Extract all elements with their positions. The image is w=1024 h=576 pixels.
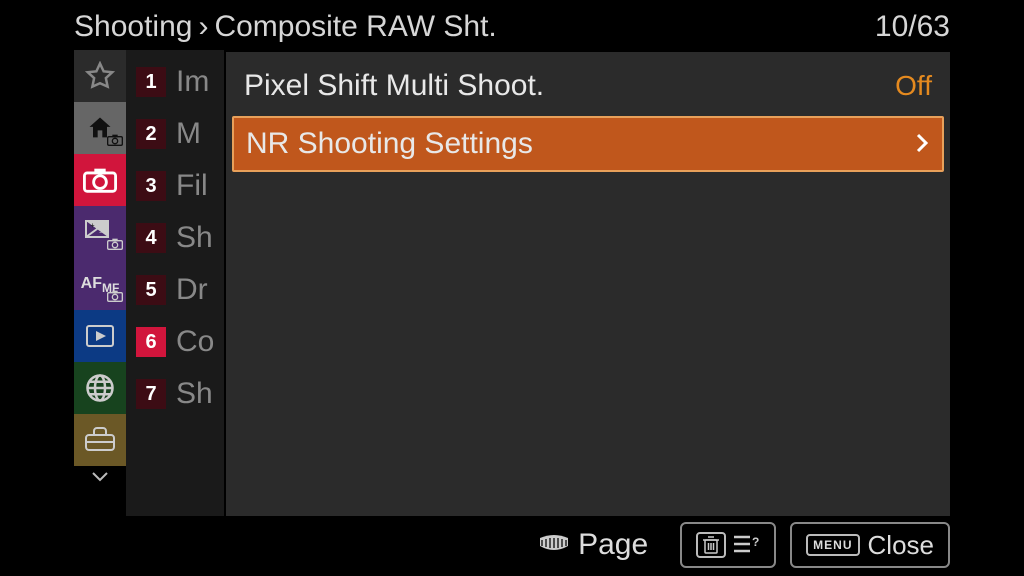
breadcrumb-bar: Shooting › Composite RAW Sht. 10/63 bbox=[74, 8, 950, 46]
svg-text:?: ? bbox=[752, 535, 759, 549]
subcategory-label: Co bbox=[176, 325, 214, 359]
rail-network[interactable] bbox=[74, 362, 126, 414]
rail-setup[interactable] bbox=[74, 414, 126, 466]
toolbox-icon bbox=[84, 427, 116, 453]
subcategory-item[interactable]: 1 Im bbox=[126, 56, 224, 108]
option-nr-shooting-settings[interactable]: NR Shooting Settings bbox=[232, 116, 944, 172]
subcategory-item[interactable]: 2 M bbox=[126, 108, 224, 160]
subcategory-number: 1 bbox=[136, 67, 166, 97]
subcategory-number: 4 bbox=[136, 223, 166, 253]
subcategory-label: Sh bbox=[176, 221, 213, 255]
page-label: Page bbox=[578, 528, 648, 562]
subcategory-item[interactable]: 5 Dr bbox=[126, 264, 224, 316]
breadcrumb-root: Shooting bbox=[74, 10, 192, 44]
option-label: NR Shooting Settings bbox=[246, 127, 533, 161]
close-button[interactable]: MENU Close bbox=[790, 522, 950, 568]
rail-playback[interactable] bbox=[74, 310, 126, 362]
rail-shooting[interactable] bbox=[74, 154, 126, 206]
camera-icon bbox=[83, 167, 117, 193]
star-icon bbox=[85, 61, 115, 91]
option-pixel-shift[interactable]: Pixel Shift Multi Shoot. Off bbox=[226, 58, 950, 114]
trash-icon bbox=[696, 532, 726, 558]
play-icon bbox=[85, 324, 115, 348]
rail-favorites[interactable] bbox=[74, 50, 126, 102]
rail-focus[interactable]: AFMF bbox=[74, 258, 126, 310]
page-scroll-hint: Page bbox=[536, 528, 648, 562]
subcategory-list: 1 Im 2 M 3 Fil 4 Sh 5 Dr 6 Co bbox=[126, 50, 226, 516]
menu-icon: MENU bbox=[806, 534, 859, 556]
subcategory-number: 2 bbox=[136, 119, 166, 149]
globe-icon bbox=[85, 373, 115, 403]
rail-main[interactable] bbox=[74, 102, 126, 154]
option-label: Pixel Shift Multi Shoot. bbox=[244, 69, 544, 103]
subcategory-number: 7 bbox=[136, 379, 166, 409]
svg-text:+: + bbox=[90, 221, 95, 230]
subcategory-label: Sh bbox=[176, 377, 213, 411]
camera-badge-icon bbox=[107, 289, 123, 307]
subcategory-number: 3 bbox=[136, 171, 166, 201]
subcategory-label: M bbox=[176, 117, 201, 151]
dial-icon bbox=[536, 534, 572, 556]
subcategory-item[interactable]: 7 Sh bbox=[126, 368, 224, 420]
subcategory-item[interactable]: 4 Sh bbox=[126, 212, 224, 264]
category-rail: + − AFMF bbox=[74, 50, 126, 516]
camera-badge-icon bbox=[107, 133, 123, 151]
page-counter: 10/63 bbox=[875, 10, 950, 44]
option-value: Off bbox=[895, 70, 932, 102]
footer-bar: Page ? MENU Close bbox=[74, 520, 950, 570]
rail-more-down[interactable] bbox=[74, 466, 126, 488]
subcategory-label: Im bbox=[176, 65, 209, 99]
rail-exposure[interactable]: + − bbox=[74, 206, 126, 258]
subcategory-item[interactable]: 6 Co bbox=[126, 316, 224, 368]
options-panel: Pixel Shift Multi Shoot. Off NR Shooting… bbox=[226, 50, 950, 516]
chevron-right-icon bbox=[916, 127, 928, 161]
camera-badge-icon bbox=[107, 237, 123, 255]
subcategory-item[interactable]: 3 Fil bbox=[126, 160, 224, 212]
chevron-down-icon bbox=[91, 471, 109, 483]
subcategory-label: Dr bbox=[176, 273, 208, 307]
help-list-icon: ? bbox=[734, 530, 760, 561]
breadcrumb-leaf: Composite RAW Sht. bbox=[214, 10, 496, 44]
subcategory-number: 6 bbox=[136, 327, 166, 357]
svg-text:−: − bbox=[99, 228, 104, 237]
chevron-right-icon: › bbox=[198, 10, 208, 44]
close-label: Close bbox=[868, 530, 934, 561]
subcategory-label: Fil bbox=[176, 169, 208, 203]
help-button[interactable]: ? bbox=[680, 522, 776, 568]
subcategory-number: 5 bbox=[136, 275, 166, 305]
